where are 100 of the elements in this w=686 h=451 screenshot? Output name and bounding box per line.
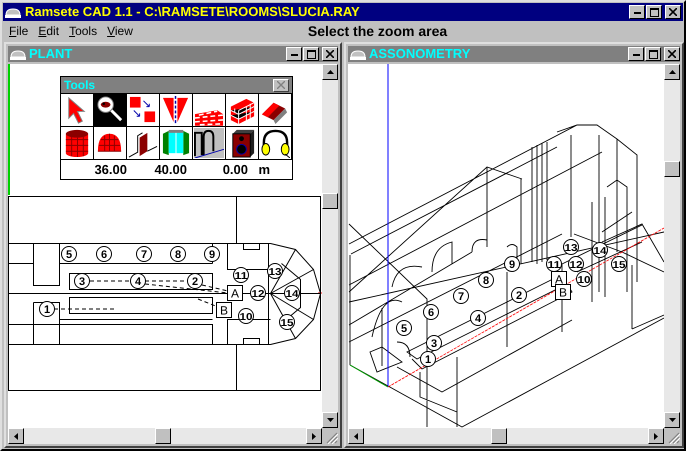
scroll-thumb[interactable] [322,193,338,209]
scroll-down-button[interactable] [664,412,680,428]
receiver-marker: 12 [568,256,584,272]
drawing-canvas[interactable]: 5 6 7 8 9 3 4 2 11 13 A 12 14 1 B 10 15 Tools 36.00 40.00 0.00 m [8,64,322,428]
close-button[interactable] [322,47,338,61]
close-button[interactable] [273,78,289,92]
menu-item[interactable]: Tools [64,22,102,40]
tool-button[interactable] [226,94,259,127]
window-title: ASSONOMETRY [369,45,470,64]
close-icon [669,8,677,16]
receiver-marker: 11 [233,267,249,283]
close-button[interactable] [665,5,681,19]
app-icon [5,6,21,18]
maximize-button[interactable] [645,47,661,61]
close-icon [668,50,676,58]
receiver-marker: 8 [170,246,186,262]
coordinate-readout: 0.00 [222,161,248,179]
minimize-button[interactable] [286,47,302,61]
receiver-marker: 7 [453,288,469,304]
tool-button[interactable] [160,127,193,160]
receiver-marker: 6 [96,246,112,262]
arrow-left-icon [14,432,18,440]
tool-button[interactable] [226,127,259,160]
squares-arrows-icon [128,95,158,125]
receiver-marker: 13 [267,263,283,279]
maximize-icon [648,50,658,58]
receiver-marker: 5 [61,246,77,262]
scroll-left-button[interactable] [348,428,364,444]
size-grip-icon [324,430,338,444]
maximize-icon [650,8,658,16]
tool-button[interactable] [193,94,226,127]
receiver-marker: 13 [563,239,579,255]
tool-button[interactable] [127,127,160,160]
scroll-thumb[interactable] [491,428,507,444]
maximize-button[interactable] [646,5,662,19]
receiver-marker: 1 [39,301,55,317]
tool-button[interactable] [61,94,94,127]
horizontal-scrollbar[interactable] [8,428,322,444]
minimize-button[interactable] [628,47,644,61]
receiver-marker: 2 [511,287,527,303]
minimize-icon [290,52,298,56]
tool-button[interactable] [259,127,292,160]
receiver-marker: 14 [592,242,608,258]
source-marker: B [555,284,571,300]
vertical-scrollbar[interactable] [664,64,680,428]
maximize-icon [306,50,316,58]
tool-button[interactable] [94,127,127,160]
coordinate-readout: 36.00 [93,161,127,179]
receiver-marker: 11 [546,256,562,272]
window-title: Ramsete CAD 1.1 - C:\RAMSETE\ROOMS\SLUCIA.RAY [25,3,360,22]
palette-title: Tools [64,77,96,94]
minimize-button[interactable] [629,5,645,19]
receiver-marker: 10 [238,308,254,324]
scroll-thumb[interactable] [664,161,680,177]
minimize-icon [632,52,640,56]
scroll-right-button[interactable] [306,428,322,444]
receiver-marker: 15 [611,256,627,272]
tool-button[interactable] [193,127,226,160]
tool-button[interactable] [259,94,292,127]
receiver-marker: 9 [204,246,220,262]
arch-icon [194,128,224,158]
drawing-canvas[interactable]: 13 14 9 11 12 15 8 A 10 7 2 B 6 4 5 3 1 [348,64,664,428]
tool-button[interactable] [160,94,193,127]
receiver-marker: 14 [284,285,300,301]
vertical-scrollbar[interactable] [322,64,338,428]
receiver-marker: 4 [130,273,146,289]
receiver-marker: 3 [426,335,442,351]
receiver-marker: 2 [187,273,203,289]
scroll-down-button[interactable] [322,412,338,428]
mirrored-triangles-icon [161,95,191,125]
arrow-right-icon [312,432,316,440]
tool-button[interactable] [94,94,127,127]
source-marker: A [227,285,243,301]
receiver-marker: 4 [470,310,486,326]
arrow-down-icon [668,418,676,422]
receiver-marker: 1 [420,351,436,367]
unit-label: m [257,161,270,179]
striped-plane-icon [194,110,224,126]
tool-button[interactable] [61,127,94,160]
scroll-up-button[interactable] [322,64,338,80]
tool-button[interactable] [127,94,160,127]
maximize-button[interactable] [303,47,319,61]
window-icon [10,48,26,60]
menu-item[interactable]: File [4,22,34,40]
scroll-left-button[interactable] [8,428,24,444]
arrow-right-icon [654,432,658,440]
close-icon [277,81,285,89]
close-button[interactable] [664,47,680,61]
menu-item[interactable]: Edit [33,22,64,40]
receiver-marker: 5 [396,320,412,336]
source-marker: A [551,271,567,287]
receiver-marker: 10 [576,271,592,287]
coordinate-readout: 40.00 [153,161,187,179]
scroll-up-button[interactable] [664,64,680,80]
arrow-left-icon [354,432,358,440]
scroll-thumb[interactable] [155,428,171,444]
menu-item[interactable]: View [102,22,138,40]
headphones-icon [260,128,290,158]
scroll-right-button[interactable] [648,428,664,444]
horizontal-scrollbar[interactable] [348,428,664,444]
